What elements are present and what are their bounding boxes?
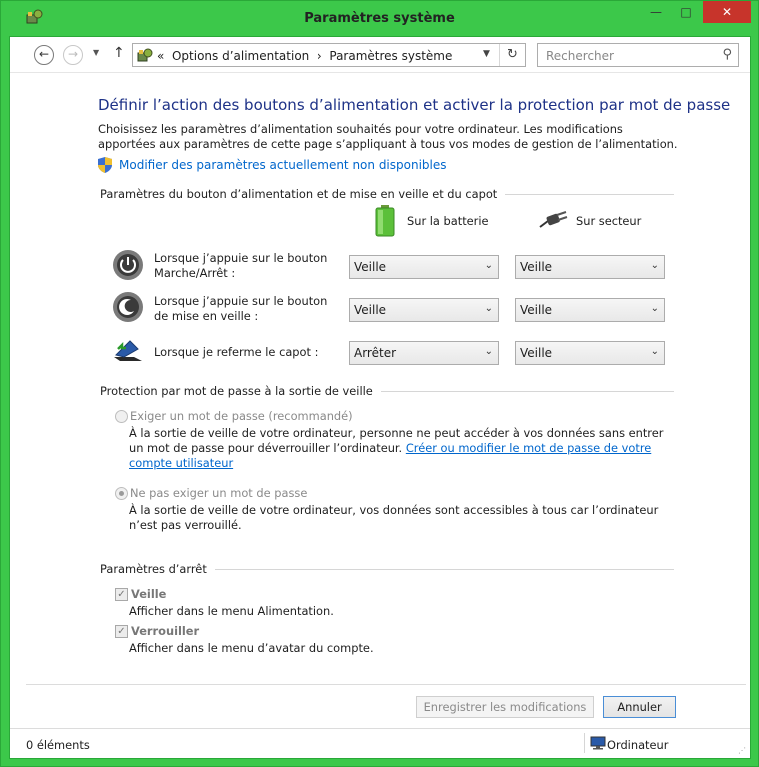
sleep-checkbox-label: Veille [131, 587, 167, 601]
control-panel-icon [137, 48, 153, 62]
select-value: Veille [354, 260, 387, 274]
power-button-battery-select[interactable]: Veille ⌄ [349, 255, 499, 279]
search-icon[interactable]: ⚲ [722, 47, 732, 62]
sleep-button-battery-select[interactable]: Veille ⌄ [349, 298, 499, 322]
page-description: Choisissez les paramètres d’alimentation… [98, 122, 678, 151]
laptop-lid-icon [114, 340, 142, 361]
chevron-down-icon: ⌄ [650, 303, 659, 314]
search-box[interactable]: Rechercher ⚲ [537, 43, 739, 67]
navigation-bar: ← → ▼ ↑ « Options d’alimentation › Param… [10, 37, 750, 73]
search-input[interactable]: Rechercher [546, 49, 614, 63]
select-value: Veille [520, 346, 553, 360]
lock-checkbox-label: Verrouiller [131, 624, 200, 638]
no-password-label: Ne pas exiger un mot de passe [130, 486, 308, 500]
footer: Enregistrer les modifications Annuler [26, 684, 746, 718]
location-label: Ordinateur [607, 738, 669, 752]
sleep-button-label: Lorsque j’appuie sur le bouton de mise e… [154, 294, 328, 323]
chevron-down-icon: ⌄ [650, 260, 659, 271]
up-button[interactable]: ↑ [113, 45, 125, 61]
no-password-description: À la sortie de veille de votre ordinateu… [129, 503, 659, 532]
sleep-checkbox-description: Afficher dans le menu Alimentation. [129, 604, 334, 618]
refresh-button[interactable]: ↻ [499, 44, 525, 66]
power-button-label: Lorsque j’appuie sur le bouton Marche/Ar… [154, 251, 328, 280]
resize-grip-icon[interactable]: ⋰ [738, 746, 746, 755]
breadcrumb-overflow[interactable]: « [157, 49, 164, 63]
chevron-down-icon: ⌄ [484, 346, 493, 357]
lid-close-battery-select[interactable]: Arrêter ⌄ [349, 341, 499, 365]
address-dropdown-icon[interactable]: ▼ [483, 49, 490, 59]
shield-icon [98, 157, 112, 173]
breadcrumb-separator[interactable]: › [317, 49, 322, 63]
plug-icon [539, 211, 568, 228]
require-password-radio[interactable] [115, 410, 128, 423]
require-password-label: Exiger un mot de passe (recommandé) [130, 409, 353, 423]
sleep-checkbox[interactable]: ✓ [115, 588, 128, 601]
close-button[interactable]: ✕ [703, 1, 751, 23]
address-bar[interactable]: « Options d’alimentation › Paramètres sy… [132, 43, 526, 67]
cancel-button[interactable]: Annuler [603, 696, 676, 718]
chevron-down-icon: ⌄ [484, 260, 493, 271]
lock-checkbox-description: Afficher dans le menu d’avatar du compte… [129, 641, 374, 655]
window: Paramètres système — □ ✕ ← → ▼ ↑ « Optio… [0, 0, 759, 767]
breadcrumb-item-system-settings[interactable]: Paramètres système [329, 49, 452, 63]
sleep-button-ac-select[interactable]: Veille ⌄ [515, 298, 665, 322]
status-bar: 0 éléments Ordinateur ⋰ [10, 728, 750, 758]
chevron-down-icon: ⌄ [650, 346, 659, 357]
no-password-radio[interactable] [115, 487, 128, 500]
lock-checkbox[interactable]: ✓ [115, 625, 128, 638]
lid-close-label: Lorsque je referme le capot : [154, 345, 319, 359]
minimize-button[interactable]: — [641, 1, 671, 23]
ac-column-header: Sur secteur [576, 214, 642, 228]
recent-locations-icon[interactable]: ▼ [93, 48, 99, 57]
maximize-button[interactable]: □ [671, 1, 701, 23]
shutdown-section-title: Paramètres d’arrêt [100, 562, 215, 576]
password-section-title: Protection par mot de passe à la sortie … [100, 384, 381, 398]
status-divider [584, 733, 585, 753]
back-button[interactable]: ← [34, 45, 54, 65]
page-title: Définir l’action des boutons d’alimentat… [98, 96, 731, 114]
main-content: Définir l’action des boutons d’alimentat… [10, 74, 750, 684]
breadcrumb: « Options d’alimentation › Paramètres sy… [157, 49, 452, 63]
lid-close-ac-select[interactable]: Veille ⌄ [515, 341, 665, 365]
select-value: Veille [520, 260, 553, 274]
battery-column-header: Sur la batterie [407, 214, 489, 228]
power-button-ac-select[interactable]: Veille ⌄ [515, 255, 665, 279]
sleep-button-icon [113, 292, 143, 322]
breadcrumb-item-power-options[interactable]: Options d’alimentation [172, 49, 309, 63]
forward-button[interactable]: → [63, 45, 83, 65]
chevron-down-icon: ⌄ [484, 303, 493, 314]
battery-icon [375, 205, 395, 237]
title-bar[interactable]: Paramètres système — □ ✕ [1, 1, 758, 37]
power-buttons-section-title: Paramètres du bouton d’alimentation et d… [100, 187, 506, 201]
select-value: Veille [354, 303, 387, 317]
select-value: Veille [520, 303, 553, 317]
change-unavailable-settings-link[interactable]: Modifier des paramètres actuellement non… [119, 158, 447, 172]
computer-icon [590, 736, 606, 750]
power-button-icon [113, 250, 143, 280]
select-value: Arrêter [354, 346, 397, 360]
save-button[interactable]: Enregistrer les modifications [416, 696, 594, 718]
require-password-description: À la sortie de veille de votre ordinateu… [129, 426, 669, 471]
item-count: 0 éléments [26, 738, 90, 752]
window-client: ← → ▼ ↑ « Options d’alimentation › Param… [9, 36, 751, 759]
